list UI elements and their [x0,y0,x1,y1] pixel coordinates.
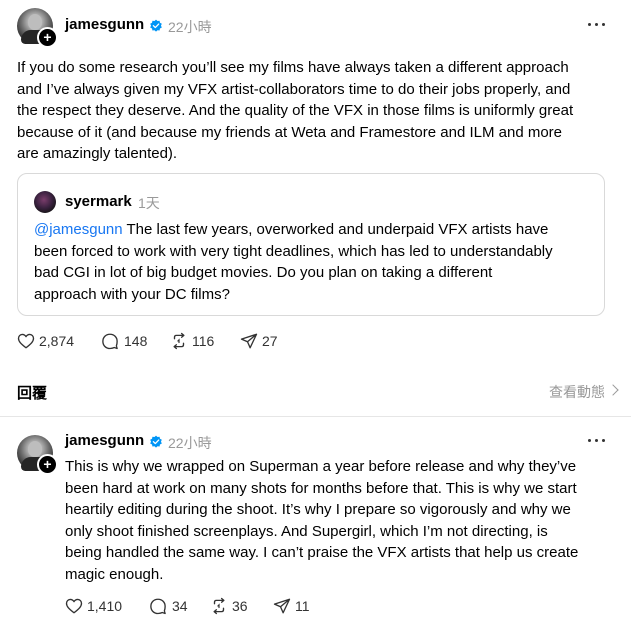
repost-count: 36 [232,598,248,614]
post-time: 22小時 [168,19,212,35]
reply-count: 34 [172,598,188,614]
repost-icon [213,597,225,615]
username[interactable]: jamesgunn [65,16,144,33]
like-button[interactable]: 1,410 [65,596,125,616]
quoted-text: @jamesgunn The last few years, overworke… [34,219,594,305]
repost-button[interactable]: 116 [170,331,220,351]
comment-icon [102,333,118,350]
quoted-post[interactable]: syermark 1天 @jamesgunn The last few year… [17,173,605,316]
post-text: If you do some research you’ll see my fi… [17,59,574,162]
avatar[interactable]: + [17,435,58,475]
chevron-right-icon[interactable] [607,384,619,396]
avatar-face [28,14,42,30]
verified-badge-icon [150,19,162,32]
share-button[interactable]: 27 [240,331,280,351]
verified-badge-icon [150,435,162,448]
username[interactable]: jamesgunn [65,432,144,449]
post-main: + jamesgunn 22小時 If you do some research… [0,0,631,370]
share-icon [240,333,258,349]
post-time: 22小時 [168,435,212,451]
like-button[interactable]: 2,874 [17,331,77,351]
quoted-time: 1天 [138,195,160,211]
avatar[interactable]: + [17,8,58,48]
more-options-icon[interactable] [588,438,608,444]
post-actions: 1,410 34 36 11 [65,596,325,616]
avatar-face [28,441,42,457]
share-count: 11 [295,598,310,614]
quoted-username[interactable]: syermark [65,193,132,210]
view-activity-link[interactable]: 查看動態 [549,382,605,402]
share-icon [273,598,291,614]
comment-button[interactable]: 148 [101,331,151,351]
share-count: 27 [262,333,278,349]
heart-icon [17,333,35,349]
post-actions: 2,874 148 116 27 [17,331,317,351]
more-options-icon[interactable] [588,22,608,28]
repost-icon [173,332,185,350]
replies-header: 回覆 查看動態 [0,370,631,417]
post-text: This is why we wrapped on Superman a yea… [65,458,579,583]
threads-screen: + jamesgunn 22小時 If you do some research… [0,0,631,629]
mention-link[interactable]: @jamesgunn [34,221,123,238]
plus-icon[interactable]: + [37,454,58,475]
comment-icon [150,598,166,615]
repost-count: 116 [192,333,215,349]
comment-button[interactable]: 34 [149,596,191,616]
heart-icon [65,598,83,614]
quoted-avatar[interactable] [34,191,56,213]
replies-label: 回覆 [17,385,48,402]
share-button[interactable]: 11 [273,596,313,616]
like-count: 2,874 [39,333,75,349]
reply-count: 148 [124,333,148,349]
reply-post: + jamesgunn 22小時 This is why we wrapped … [0,418,631,629]
like-count: 1,410 [87,598,123,614]
plus-icon[interactable]: + [37,27,58,48]
repost-button[interactable]: 36 [210,596,252,616]
